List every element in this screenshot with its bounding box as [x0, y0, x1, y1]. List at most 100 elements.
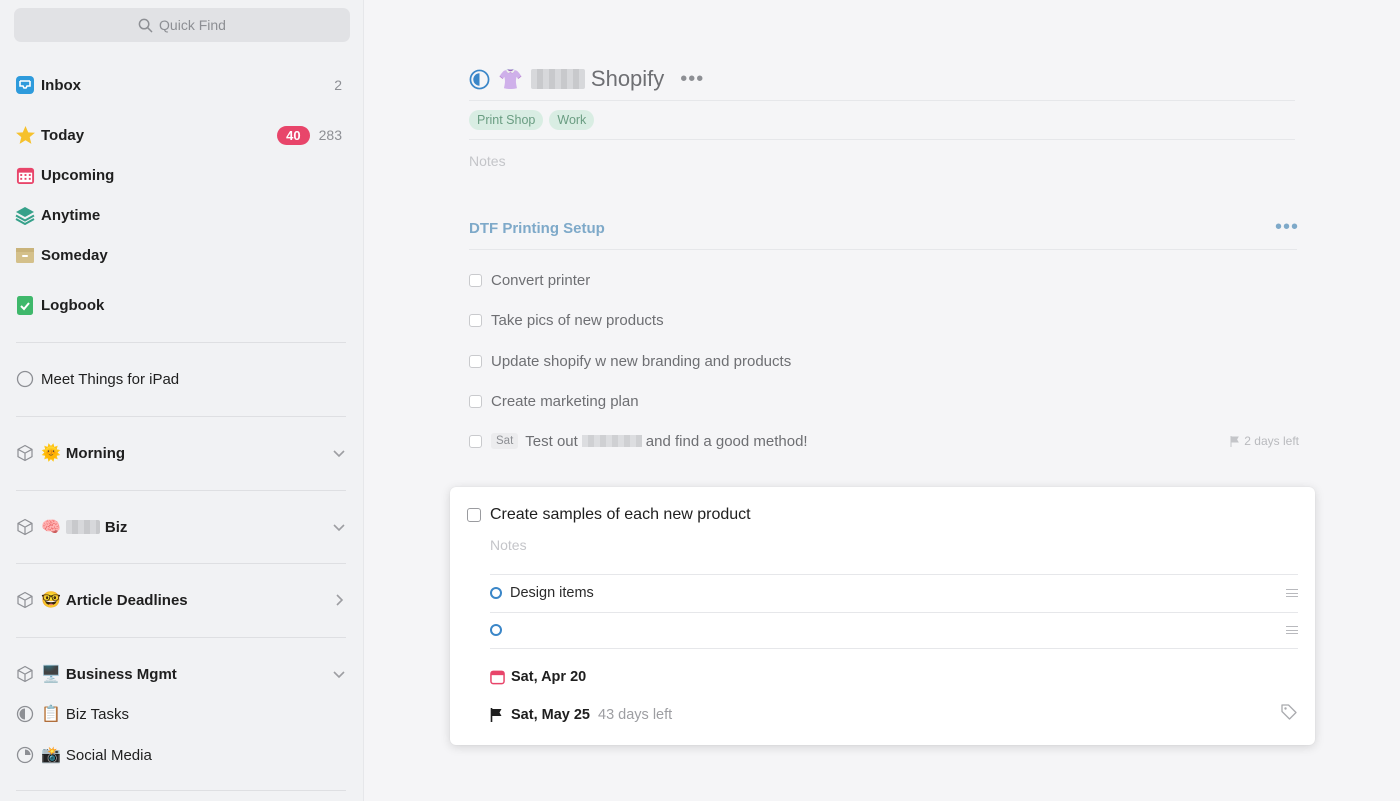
project-progress-icon [14, 703, 36, 725]
flag-icon [1230, 435, 1240, 447]
todo-title: Convert printer [491, 271, 591, 289]
star-icon [14, 124, 36, 146]
drag-handle-icon[interactable] [1286, 626, 1298, 634]
area-cube-icon [14, 516, 36, 538]
heading-divider [469, 249, 1297, 250]
deadline-indicator: 2 days left [1230, 434, 1299, 448]
chevron-down-icon[interactable] [332, 446, 346, 460]
sidebar-area-article-deadlines[interactable]: 🤓 Article Deadlines [14, 585, 348, 615]
checklist-item-label: Design items [510, 585, 594, 601]
todo-title-end: and find a good method! [645, 432, 808, 450]
sidebar-project-social-media[interactable]: 📸 Social Media [14, 740, 348, 770]
project-header: 👚 Shopify ••• [469, 64, 1295, 94]
todo-item[interactable]: Take pics of new products [469, 309, 1299, 331]
project-emoji: 📋 [41, 706, 61, 723]
checklist-item[interactable] [490, 612, 1298, 648]
sidebar-item-upcoming[interactable]: Upcoming [14, 160, 348, 190]
project-tags: Print Shop Work [469, 110, 595, 130]
archive-box-icon [14, 244, 36, 266]
sidebar-item-anytime[interactable]: Anytime [14, 200, 348, 230]
tag-icon[interactable] [1280, 703, 1298, 721]
when-date-row[interactable]: Sat, Apr 20 [490, 669, 586, 685]
sidebar-item-meet-things[interactable]: Meet Things for iPad [14, 364, 348, 394]
area-cube-icon [14, 663, 36, 685]
area-emoji: 🌞 [41, 445, 61, 462]
when-tag: Sat [491, 433, 519, 449]
chevron-down-icon[interactable] [332, 667, 346, 681]
todo-item[interactable]: Convert printer [469, 269, 1299, 291]
todo-item[interactable]: Sat Test out and find a good method! 2 d… [469, 430, 1299, 452]
chevron-down-icon[interactable] [332, 520, 346, 534]
checklist-circle-icon[interactable] [490, 587, 502, 599]
calendar-icon [490, 669, 506, 685]
project-progress-icon [14, 744, 36, 766]
card-title[interactable]: Create samples of each new product [490, 506, 751, 524]
sidebar-item-inbox[interactable]: Inbox 2 [14, 70, 348, 100]
checklist-divider [490, 648, 1298, 649]
sidebar-item-logbook[interactable]: Logbook [14, 290, 348, 320]
sidebar-area-morning[interactable]: 🌞 Morning [14, 438, 348, 468]
sidebar-area-biz[interactable]: 🧠 Biz [14, 512, 348, 542]
area-emoji: 🤓 [41, 592, 61, 609]
tag-chip[interactable]: Work [549, 110, 595, 130]
chevron-right-icon[interactable] [332, 593, 346, 607]
redacted-text [65, 520, 100, 534]
todo-item[interactable]: Update shopify w new branding and produc… [469, 350, 1299, 372]
layers-icon [14, 204, 36, 226]
calendar-icon [14, 164, 36, 186]
redacted-text [581, 435, 642, 447]
sidebar-item-label: Biz Tasks [65, 705, 129, 723]
todo-checkbox[interactable] [469, 434, 482, 448]
inbox-icon [14, 74, 36, 96]
sidebar-item-label: Inbox [41, 76, 81, 94]
project-progress-icon [469, 69, 490, 89]
sidebar-divider [16, 490, 346, 491]
todo-title: Create marketing plan [491, 392, 639, 410]
todo-item[interactable]: Create marketing plan [469, 390, 1299, 412]
sidebar: Quick Find Inbox 2 Today 40 283 Upcoming… [0, 0, 364, 801]
project-title[interactable]: Shopify [591, 66, 664, 92]
card-notes-field[interactable]: Notes [490, 537, 527, 553]
drag-handle-icon[interactable] [1286, 589, 1298, 597]
project-notes-field[interactable]: Notes [469, 153, 506, 169]
project-more-button[interactable]: ••• [680, 68, 704, 91]
sidebar-item-label: Logbook [41, 296, 105, 314]
todo-checkbox[interactable] [469, 354, 482, 368]
todo-checkbox[interactable] [469, 394, 482, 408]
todo-checkbox[interactable] [469, 273, 482, 287]
checklist-circle-icon[interactable] [490, 624, 502, 636]
sidebar-item-label: Social Media [65, 746, 152, 764]
deadline-left: 43 days left [598, 707, 673, 723]
expanded-todo-card: Create samples of each new product Notes… [450, 487, 1315, 745]
sidebar-divider [16, 342, 346, 343]
todo-checkbox[interactable] [469, 313, 482, 327]
logbook-icon [14, 294, 36, 316]
flag-icon [490, 707, 506, 723]
deadline-row[interactable]: Sat, May 25 43 days left [490, 707, 672, 723]
sidebar-item-label: Upcoming [41, 166, 115, 184]
sidebar-item-label: Today [41, 126, 85, 144]
quick-find-placeholder: Quick Find [159, 17, 226, 33]
sidebar-item-label: Article Deadlines [65, 591, 188, 609]
header-divider [469, 100, 1295, 101]
sidebar-item-label: Biz [104, 518, 128, 536]
sidebar-divider [16, 563, 346, 564]
heading-title[interactable]: DTF Printing Setup [469, 220, 605, 237]
quick-find-search[interactable]: Quick Find [14, 8, 350, 42]
sidebar-item-label: Anytime [41, 206, 101, 224]
checklist-item[interactable]: Design items [490, 575, 1298, 611]
todo-title: Update shopify w new branding and produc… [491, 352, 792, 370]
todo-checkbox[interactable] [467, 508, 481, 522]
area-cube-icon [14, 442, 36, 464]
heading-more-button[interactable]: ••• [1275, 216, 1299, 239]
sidebar-item-today[interactable]: Today 40 283 [14, 120, 348, 150]
tag-chip[interactable]: Print Shop [469, 110, 544, 130]
sidebar-project-biz-tasks[interactable]: 📋 Biz Tasks [14, 699, 348, 729]
area-emoji: 🖥️ [41, 666, 61, 683]
sidebar-divider [16, 416, 346, 417]
sidebar-area-business-mgmt[interactable]: 🖥️ Business Mgmt [14, 659, 348, 689]
todo-circle-icon [14, 368, 36, 390]
sidebar-item-someday[interactable]: Someday [14, 240, 348, 270]
sidebar-item-label: Morning [65, 444, 126, 462]
area-emoji: 🧠 [41, 519, 61, 536]
